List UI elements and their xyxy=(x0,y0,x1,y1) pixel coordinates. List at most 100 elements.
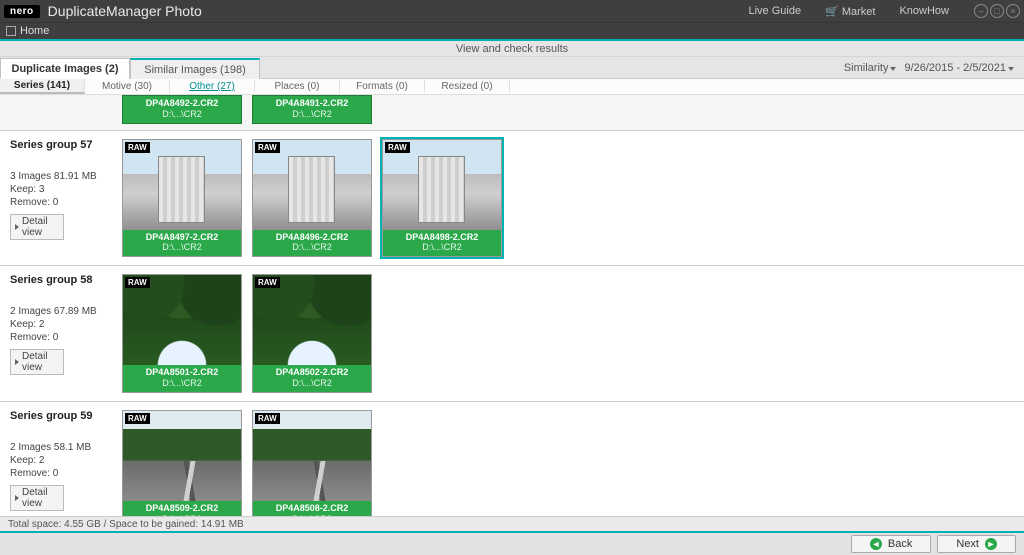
raw-badge: RAW xyxy=(125,277,150,288)
status-bar: Total space: 4.55 GB / Space to be gaine… xyxy=(0,516,1024,531)
thumbnail-row: RAWDP4A8501-2.CR2D:\...\CR2RAWDP4A8502-2… xyxy=(122,274,372,393)
group-title: Series group 59 xyxy=(10,410,114,422)
thumbnail-row: RAWDP4A8509-2.CR2D:\...\CR2RAWDP4A8508-2… xyxy=(122,410,372,516)
similarity-dropdown[interactable]: Similarity xyxy=(844,62,897,74)
thumbnail[interactable]: RAWDP4A8502-2.CR2D:\...\CR2 xyxy=(252,274,372,393)
group-keep: Keep: 2 xyxy=(10,319,114,330)
detail-view-button[interactable]: Detail view xyxy=(10,349,64,375)
menu-bar: Home xyxy=(0,22,1024,41)
thumbnail[interactable]: RAW DP4A8501-2.CR2D:\...\CR2 xyxy=(122,274,242,393)
knowhow-link[interactable]: KnowHow xyxy=(891,5,960,17)
maximize-button[interactable]: □ xyxy=(990,4,1004,18)
group-summary: 3 Images 81.91 MB xyxy=(10,171,114,182)
thumbnail-image: RAW xyxy=(123,140,241,230)
thumbnail-image: RAW xyxy=(383,140,501,230)
triangle-right-icon xyxy=(15,495,19,501)
thumbnail-filename: DP4A8502-2.CR2 xyxy=(253,367,371,378)
live-guide-link[interactable]: Live Guide xyxy=(740,5,809,17)
arrow-right-icon: ► xyxy=(985,538,997,550)
back-button[interactable]: ◄ Back xyxy=(851,535,931,553)
triangle-right-icon xyxy=(15,224,19,230)
thumbnail[interactable]: RAWDP4A8508-2.CR2D:\...\CR2 xyxy=(252,410,372,516)
raw-badge: RAW xyxy=(125,413,150,424)
subtab-motive[interactable]: Motive (30) xyxy=(85,80,170,93)
group-meta: Series group 592 Images 58.1 MBKeep: 2Re… xyxy=(10,410,114,516)
nav-row: ◄ Back Next ► xyxy=(0,531,1024,555)
detail-view-button[interactable]: Detail view xyxy=(10,214,64,240)
thumbnail-footer[interactable]: DP4A8492-2.CR2D:\...\CR2 xyxy=(122,95,242,124)
subtab-series[interactable]: Series (141) xyxy=(0,79,85,94)
thumbnail-image: RAW xyxy=(253,140,371,230)
subtab-places[interactable]: Places (0) xyxy=(255,80,340,93)
thumbnail-footer[interactable]: DP4A8491-2.CR2D:\...\CR2 xyxy=(252,95,372,124)
thumbnail-filename: DP4A8498-2.CR2 xyxy=(383,232,501,243)
thumbnail-image: RAW xyxy=(123,275,241,365)
thumbnail-path: D:\...\CR2 xyxy=(123,242,241,253)
thumbnail-filename: DP4A8508-2.CR2 xyxy=(253,503,371,514)
group-remove: Remove: 0 xyxy=(10,197,114,208)
raw-badge: RAW xyxy=(255,142,280,153)
date-range-picker[interactable]: 9/26/2015 - 2/5/2021 xyxy=(904,62,1014,74)
chevron-down-icon xyxy=(1008,67,1014,71)
results-header: View and check results xyxy=(0,41,1024,57)
thumbnail-footer: DP4A8498-2.CR2D:\...\CR2 xyxy=(383,230,501,257)
series-group: Series group 58 2 Images 67.89 MB Keep: 2 R… xyxy=(0,266,1024,402)
thumbnail-filename: DP4A8497-2.CR2 xyxy=(123,232,241,243)
group-remove: Remove: 0 xyxy=(10,332,114,343)
subtab-formats[interactable]: Formats (0) xyxy=(340,80,425,93)
market-label: Market xyxy=(842,6,876,18)
thumbnail-row: RAWDP4A8497-2.CR2D:\...\CR2RAWDP4A8496-2… xyxy=(122,139,502,258)
thumbnail-image: RAW xyxy=(123,411,241,501)
thumbnail-footer: DP4A8502-2.CR2D:\...\CR2 xyxy=(253,365,371,392)
content-scroll[interactable]: DP4A8492-2.CR2D:\...\CR2DP4A8491-2.CR2D:… xyxy=(0,95,1024,516)
thumbnail-footer: DP4A8508-2.CR2D:\...\CR2 xyxy=(253,501,371,516)
main-tab-row: Duplicate Images (2) Similar Images (198… xyxy=(0,57,1024,79)
thumbnail-path: D:\...\CR2 xyxy=(253,378,371,389)
market-link[interactable]: 🛒 Market xyxy=(817,5,883,18)
thumbnail[interactable]: RAW DP4A8509-2.CR2D:\...\CR2 xyxy=(122,410,242,516)
minimize-button[interactable]: – xyxy=(974,4,988,18)
thumbnail-path: D:\...\CR2 xyxy=(253,242,371,253)
close-button[interactable]: × xyxy=(1006,4,1020,18)
thumbnail-path: D:\...\CR2 xyxy=(383,242,501,253)
thumbnail-filename: DP4A8496-2.CR2 xyxy=(253,232,371,243)
detail-view-button[interactable]: Detail view xyxy=(10,485,64,511)
group-remove: Remove: 0 xyxy=(10,468,114,479)
thumbnail-image: RAW xyxy=(253,411,371,501)
group-title: Series group 57 xyxy=(10,139,114,151)
thumbnail-path: D:\...\CR2 xyxy=(253,109,371,120)
thumbnail-path: D:\...\CR2 xyxy=(123,514,241,516)
next-button[interactable]: Next ► xyxy=(937,535,1016,553)
home-menu[interactable]: Home xyxy=(20,25,49,37)
group-title: Series group 58 xyxy=(10,274,114,286)
subtab-other[interactable]: Other (27) xyxy=(170,80,255,93)
thumbnail-filename: DP4A8501-2.CR2 xyxy=(123,367,241,378)
thumbnail-footer: DP4A8496-2.CR2D:\...\CR2 xyxy=(253,230,371,257)
app-name: DuplicateManager Photo xyxy=(48,3,202,19)
raw-badge: RAW xyxy=(385,142,410,153)
tab-similar-images[interactable]: Similar Images (198) xyxy=(130,58,260,79)
thumbnail[interactable]: RAW DP4A8498-2.CR2D:\...\CR2 xyxy=(382,139,502,258)
raw-badge: RAW xyxy=(125,142,150,153)
group-meta: Series group 58 2 Images 67.89 MB Keep: 2 R… xyxy=(10,274,114,393)
series-group: Series group 592 Images 58.1 MBKeep: 2Re… xyxy=(0,402,1024,516)
group-summary: 2 Images 67.89 MB xyxy=(10,306,114,317)
home-icon xyxy=(6,26,16,36)
sub-tab-row: Series (141) Motive (30) Other (27) Plac… xyxy=(0,79,1024,95)
thumbnail-path: D:\...\CR2 xyxy=(123,109,241,120)
thumbnail-path: D:\...\CR2 xyxy=(123,378,241,389)
subtab-resized[interactable]: Resized (0) xyxy=(425,80,510,93)
thumbnail-footer: DP4A8509-2.CR2D:\...\CR2 xyxy=(123,501,241,516)
group-meta: Series group 573 Images 81.91 MBKeep: 3R… xyxy=(10,139,114,258)
thumbnail-filename: DP4A8491-2.CR2 xyxy=(253,98,371,109)
tab-duplicate-images[interactable]: Duplicate Images (2) xyxy=(0,58,130,79)
thumbnail-filename: DP4A8509-2.CR2 xyxy=(123,503,241,514)
thumbnail[interactable]: RAW DP4A8496-2.CR2D:\...\CR2 xyxy=(252,139,372,258)
thumbnail-footer: DP4A8497-2.CR2D:\...\CR2 xyxy=(123,230,241,257)
thumbnail-image: RAW xyxy=(253,275,371,365)
thumbnail-footer: DP4A8501-2.CR2D:\...\CR2 xyxy=(123,365,241,392)
arrow-left-icon: ◄ xyxy=(870,538,882,550)
group-summary: 2 Images 58.1 MB xyxy=(10,442,114,453)
thumbnail[interactable]: RAW DP4A8497-2.CR2D:\...\CR2 xyxy=(122,139,242,258)
title-bar: nero DuplicateManager Photo Live Guide 🛒… xyxy=(0,0,1024,22)
